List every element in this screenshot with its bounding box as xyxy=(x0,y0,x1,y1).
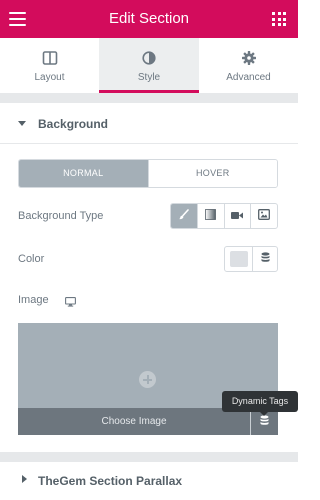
video-option[interactable] xyxy=(223,204,251,228)
choose-image-button[interactable]: Choose Image xyxy=(18,408,250,435)
slideshow-option[interactable] xyxy=(250,204,277,228)
half-circle-icon xyxy=(142,51,156,70)
color-picker[interactable] xyxy=(225,247,252,271)
background-section-title: Background xyxy=(38,117,109,131)
tab-style[interactable]: Style xyxy=(99,38,199,93)
normal-tab[interactable]: NORMAL xyxy=(19,160,148,187)
parallax-section-title: TheGem Section Parallax xyxy=(38,474,183,488)
color-label: Color xyxy=(18,253,45,265)
tab-layout[interactable]: Layout xyxy=(0,38,99,93)
monitor-icon[interactable] xyxy=(65,294,76,312)
layout-icon xyxy=(42,51,57,70)
tab-advanced-label: Advanced xyxy=(226,72,271,83)
background-type-choices xyxy=(170,203,278,229)
panel-title: Edit Section xyxy=(108,10,190,27)
gear-icon xyxy=(241,51,256,70)
background-type-label: Background Type xyxy=(18,210,104,222)
slideshow-icon xyxy=(258,207,271,225)
dynamic-tags-tooltip: Dynamic Tags xyxy=(222,391,298,416)
add-image-icon xyxy=(139,371,156,388)
image-label: Image xyxy=(18,294,49,306)
tab-advanced[interactable]: Advanced xyxy=(199,38,298,93)
section-divider xyxy=(0,93,298,103)
database-icon xyxy=(261,250,270,268)
background-section-toggle[interactable]: Background xyxy=(0,103,298,144)
panel-header: Edit Section xyxy=(0,0,298,38)
tab-layout-label: Layout xyxy=(34,72,65,83)
image-picker[interactable]: Choose Image xyxy=(18,323,278,435)
gradient-option[interactable] xyxy=(196,204,224,228)
caret-right-icon xyxy=(22,475,27,483)
color-swatch xyxy=(229,251,248,267)
widgets-grid-icon[interactable] xyxy=(272,12,286,26)
tab-style-label: Style xyxy=(137,72,161,83)
classic-brush-option[interactable] xyxy=(171,204,197,228)
color-control xyxy=(224,246,278,272)
image-actions-bar: Choose Image xyxy=(18,408,278,435)
video-icon xyxy=(231,207,244,225)
brush-icon xyxy=(178,207,190,225)
caret-down-icon xyxy=(18,121,26,126)
gradient-icon xyxy=(205,207,217,225)
state-toggle: NORMAL HOVER xyxy=(18,159,278,188)
hover-tab[interactable]: HOVER xyxy=(147,160,277,187)
parallax-section-toggle[interactable]: TheGem Section Parallax xyxy=(0,462,298,500)
panel-tabs: Layout Style Advanced xyxy=(0,38,298,93)
section-divider xyxy=(0,452,298,462)
color-dynamic-tags-button[interactable] xyxy=(252,247,277,271)
